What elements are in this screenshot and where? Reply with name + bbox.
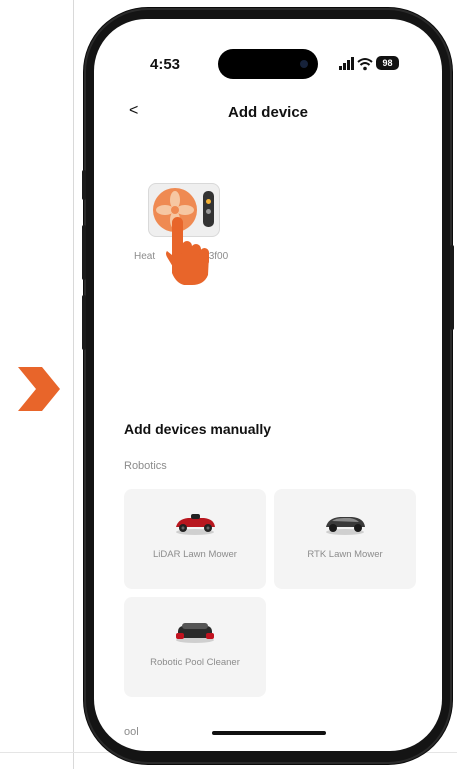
step-arrow-icon (18, 367, 60, 411)
device-card-robotic-pool-cleaner[interactable]: Robotic Pool Cleaner (124, 597, 266, 697)
status-icons (339, 57, 373, 71)
lidar-lawn-mower-icon (176, 514, 215, 535)
status-time: 4:53 (150, 56, 181, 73)
tapping-hand-icon (166, 217, 209, 285)
rtk-lawn-mower-icon (326, 517, 365, 535)
left-divider (73, 0, 74, 769)
power-button (450, 245, 454, 330)
manual-section-title: Add devices manually (124, 421, 272, 437)
device-card-label: RTK Lawn Mower (307, 549, 383, 560)
category-robotics: Robotics (124, 460, 167, 472)
page-title: Add device (227, 104, 309, 121)
device-card-rtk-lawn-mower[interactable]: RTK Lawn Mower (274, 489, 416, 589)
home-indicator[interactable] (212, 731, 326, 735)
device-card-lidar-lawn-mower[interactable]: LiDAR Lawn Mower (124, 489, 266, 589)
device-card-label: LiDAR Lawn Mower (153, 549, 237, 560)
battery-indicator: 98 (376, 56, 399, 70)
discovered-device[interactable]: Heat 3f00 (134, 179, 234, 299)
wifi-icon (357, 58, 373, 71)
device-card-label: Robotic Pool Cleaner (150, 657, 240, 668)
phone-screen: 4:53 98 < Add device Heat 3f00 Add devic… (94, 19, 442, 751)
action-button (82, 170, 86, 200)
volume-down-button (82, 295, 86, 350)
robotic-pool-cleaner-icon (176, 623, 214, 643)
signal-icon (339, 57, 354, 70)
front-camera (300, 60, 308, 68)
volume-up-button (82, 225, 86, 280)
next-category-label: ool (124, 726, 139, 738)
